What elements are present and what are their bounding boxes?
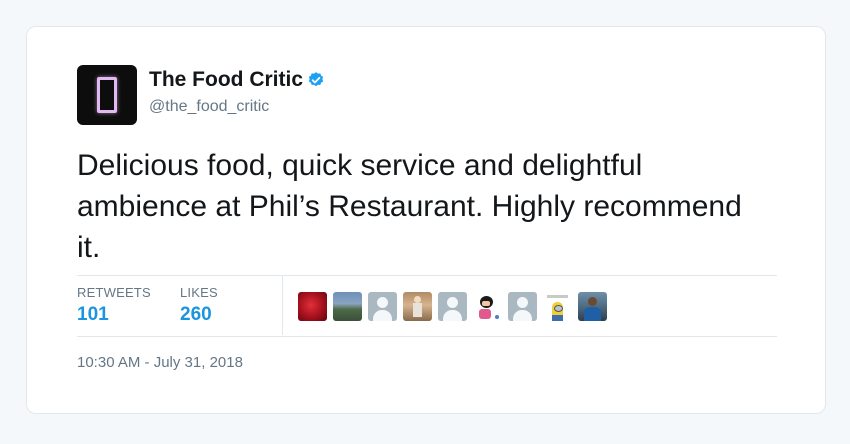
likers-avatars [298, 292, 607, 321]
neon-frame-icon [97, 77, 117, 113]
landscape-photo-avatar-icon[interactable] [333, 292, 362, 321]
tweet-text: Delicious food, quick service and deligh… [77, 149, 742, 264]
likes-stat[interactable]: LIKES 260 [180, 285, 218, 326]
default-profile-avatar-icon[interactable] [368, 292, 397, 321]
user-handle[interactable]: @the_food_critic [149, 98, 269, 116]
profile-avatar[interactable] [77, 65, 137, 125]
display-name-text[interactable]: The Food Critic [149, 68, 303, 92]
person-photo-avatar-icon[interactable] [403, 292, 432, 321]
display-name[interactable]: The Food Critic [149, 68, 325, 92]
verified-badge-icon [308, 72, 324, 87]
rose-photo-avatar-icon[interactable] [298, 292, 327, 321]
tweet-stats: RETWEETS 101 LIKES 260 [77, 275, 777, 337]
default-profile-avatar-icon[interactable] [438, 292, 467, 321]
person-photo-avatar-icon[interactable] [578, 292, 607, 321]
likes-count: 260 [180, 304, 212, 325]
retweets-stat[interactable]: RETWEETS 101 [77, 285, 151, 326]
tweet-timestamp[interactable]: 10:30 AM - July 31, 2018 [77, 354, 243, 371]
tweet-card: The Food Critic @the_food_critic Delicio… [26, 26, 826, 414]
default-profile-avatar-icon[interactable] [508, 292, 537, 321]
minion-avatar-icon[interactable] [543, 292, 572, 321]
likes-label: LIKES [180, 285, 218, 300]
retweets-label: RETWEETS [77, 285, 151, 300]
retweets-count: 101 [77, 304, 109, 325]
stats-divider [282, 276, 283, 335]
cartoon-avatar-icon[interactable] [473, 292, 502, 321]
